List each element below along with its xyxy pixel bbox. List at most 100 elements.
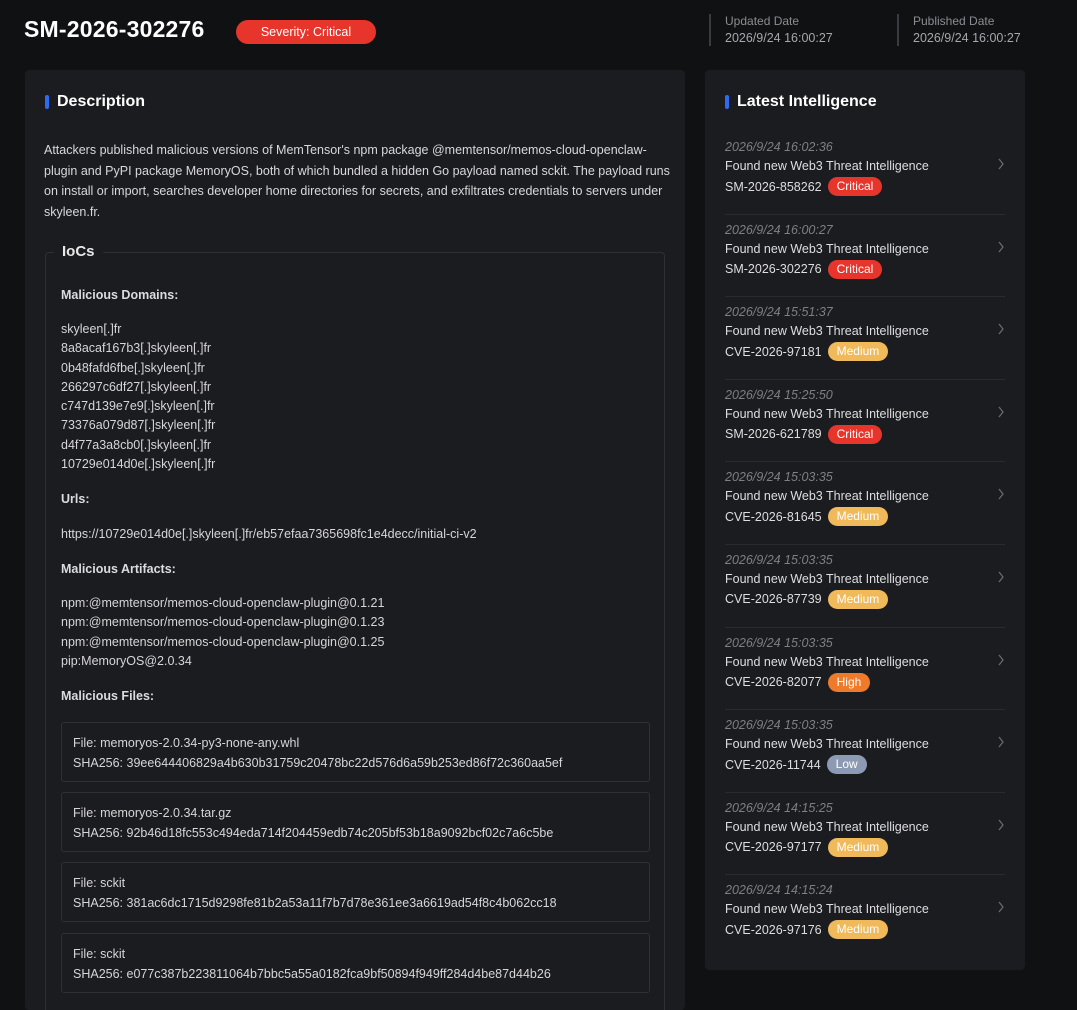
intel-id-row: SM-2026-621789 Critical: [725, 424, 883, 444]
file-card: File: sckit SHA256: e077c387b223811064b7…: [61, 933, 650, 993]
intel-id: CVE-2026-97181: [725, 344, 822, 359]
description-panel: Description Attackers published maliciou…: [25, 70, 685, 1010]
level-badge: Medium: [827, 837, 889, 857]
level-badge: Medium: [827, 507, 889, 527]
chevron-right-icon[interactable]: [997, 901, 1005, 913]
level-badge: Low: [826, 755, 867, 775]
intel-text: Found new Web3 Threat Intelligence: [725, 406, 929, 421]
intel-id: CVE-2026-11744: [725, 757, 821, 772]
intel-id-row: CVE-2026-97181 Medium: [725, 342, 889, 362]
published-date: Published Date 2026/9/24 16:00:27: [897, 14, 1021, 46]
file-card: File: sckit SHA256: 381ac6dc1715d9298fe8…: [61, 862, 650, 922]
intel-text: Found new Web3 Threat Intelligence: [725, 902, 929, 917]
intel-item[interactable]: 2026/9/24 14:15:24 Found new Web3 Threat …: [725, 875, 1005, 958]
intel-text: Found new Web3 Threat Intelligence: [725, 489, 929, 504]
severity-badge: Severity: Critical: [236, 20, 376, 44]
level-badge: Medium: [827, 342, 889, 362]
urls-heading: Urls:: [61, 492, 90, 506]
chevron-right-icon[interactable]: [997, 736, 1005, 748]
published-date-value: 2026/9/24 16:00:27: [913, 31, 1021, 45]
intel-id-row: CVE-2026-97177 Medium: [725, 837, 889, 857]
published-date-label: Published Date: [913, 14, 995, 28]
url-item: https://10729e014d0e[.]skyleen[.]fr/eb57…: [61, 527, 477, 541]
intel-id-row: CVE-2026-97176 Medium: [725, 920, 889, 940]
intel-id-row: CVE-2026-81645 Medium: [725, 507, 889, 527]
intel-text: Found new Web3 Threat Intelligence: [725, 654, 929, 669]
file-hash: SHA256: 92b46d18fc553c494eda714f204459ed…: [73, 826, 554, 840]
intel-item[interactable]: 2026/9/24 15:03:35 Found new Web3 Threat …: [725, 628, 1005, 711]
domain-item: d4f77a3a8cb0[.]skyleen[.]fr: [61, 437, 212, 452]
chevron-right-icon[interactable]: [997, 571, 1005, 583]
updated-date-label: Updated Date: [725, 14, 800, 28]
intel-id: CVE-2026-82077: [725, 675, 822, 690]
description-title: Description: [45, 93, 145, 111]
file-name: File: sckit: [73, 947, 126, 961]
intel-id: SM-2026-858262: [725, 179, 822, 194]
latest-intelligence-title: Latest Intelligence: [725, 93, 877, 111]
urls-list: https://10729e014d0e[.]skyleen[.]fr/eb57…: [61, 525, 477, 544]
chevron-right-icon[interactable]: [997, 654, 1005, 666]
file-name: File: memoryos-2.0.34-py3-none-any.whl: [73, 736, 300, 750]
chevron-right-icon[interactable]: [997, 488, 1005, 500]
intel-id: CVE-2026-97177: [725, 840, 822, 855]
level-badge: Medium: [827, 920, 889, 940]
file-card: File: memoryos-2.0.34-py3-none-any.whl S…: [61, 722, 650, 782]
intel-text: Found new Web3 Threat Intelligence: [725, 159, 929, 173]
file-name: File: memoryos-2.0.34.tar.gz: [73, 806, 232, 820]
domains-list: skyleen[.]fr 8a8acaf167b3[.]skyleen[.]fr…: [61, 320, 215, 474]
artifacts-heading: Malicious Artifacts:: [61, 562, 176, 576]
intel-time: 2026/9/24 16:02:36: [725, 140, 833, 154]
intel-text: Found new Web3 Threat Intelligence: [725, 819, 929, 834]
file-hash: SHA256: 39ee644406829a4b630b31759c20478b…: [73, 756, 563, 770]
intel-item[interactable]: 2026/9/24 16:02:36 Found new Web3 Threat …: [725, 132, 1005, 215]
iocs-title: IoCs: [54, 243, 103, 260]
intel-item[interactable]: 2026/9/24 15:51:37 Found new Web3 Threat …: [725, 297, 1005, 380]
intel-time: 2026/9/24 15:03:35: [725, 470, 833, 485]
domain-item: 0b48fafd6fbe[.]skyleen[.]fr: [61, 360, 205, 375]
artifact-item: npm:@memtensor/memos-cloud-openclaw-plug…: [61, 615, 385, 630]
intel-id: CVE-2026-97176: [725, 922, 822, 937]
artifact-item: npm:@memtensor/memos-cloud-openclaw-plug…: [61, 596, 385, 610]
level-badge: Medium: [827, 589, 889, 609]
domain-item: 266297c6df27[.]skyleen[.]fr: [61, 379, 212, 394]
file-card: File: memoryos-2.0.34.tar.gz SHA256: 92b…: [61, 792, 650, 852]
intel-text: Found new Web3 Threat Intelligence: [725, 737, 929, 752]
page-header: SM-2026-302276 Severity: Critical Update…: [0, 0, 1077, 70]
level-badge: High: [827, 672, 871, 692]
intel-id-row: CVE-2026-87739 Medium: [725, 589, 889, 609]
artifacts-list: npm:@memtensor/memos-cloud-openclaw-plug…: [61, 594, 384, 671]
file-name: File: sckit: [73, 876, 126, 890]
iocs-section: IoCs Malicious Domains: skyleen[.]fr 8a8…: [45, 243, 665, 1010]
domain-item: 8a8acaf167b3[.]skyleen[.]fr: [61, 341, 212, 356]
intel-time: 2026/9/24 15:51:37: [725, 305, 833, 320]
description-text: Attackers published malicious versions o…: [44, 143, 670, 219]
level-badge: Critical: [827, 424, 883, 444]
intel-time: 2026/9/24 14:15:25: [725, 800, 833, 815]
intel-item[interactable]: 2026/9/24 15:03:35 Found new Web3 Threat …: [725, 710, 1005, 793]
file-hash: SHA256: 381ac6dc1715d9298fe81b2a53a11f7b…: [73, 896, 557, 910]
intel-time: 2026/9/24 16:00:27: [725, 222, 833, 237]
intel-item[interactable]: 2026/9/24 14:15:25 Found new Web3 Threat …: [725, 793, 1005, 876]
intel-item[interactable]: 2026/9/24 16:00:27 Found new Web3 Threat …: [725, 215, 1005, 298]
chevron-right-icon[interactable]: [997, 406, 1005, 418]
intel-item[interactable]: 2026/9/24 15:03:35 Found new Web3 Threat …: [725, 545, 1005, 628]
intel-text: Found new Web3 Threat Intelligence: [725, 324, 929, 339]
intel-time: 2026/9/24 15:03:35: [725, 718, 833, 733]
intel-time: 2026/9/24 14:15:24: [725, 883, 833, 898]
chevron-right-icon[interactable]: [997, 323, 1005, 335]
updated-date-value: 2026/9/24 16:00:27: [725, 31, 833, 45]
chevron-right-icon[interactable]: [997, 158, 1005, 170]
chevron-right-icon[interactable]: [997, 241, 1005, 253]
domain-item: skyleen[.]fr: [61, 322, 122, 336]
file-hash: SHA256: e077c387b223811064b7bbc5a55a0182…: [73, 967, 551, 981]
updated-date: Updated Date 2026/9/24 16:00:27: [709, 14, 833, 46]
intel-id: SM-2026-302276: [725, 262, 822, 277]
intel-id-row: SM-2026-858262 Critical: [725, 177, 883, 196]
artifact-item: pip:MemoryOS@2.0.34: [61, 653, 192, 668]
intel-id: CVE-2026-81645: [725, 509, 822, 524]
intel-item[interactable]: 2026/9/24 15:03:35 Found new Web3 Threat …: [725, 462, 1005, 545]
intel-item[interactable]: 2026/9/24 15:25:50 Found new Web3 Threat …: [725, 380, 1005, 463]
intel-text: Found new Web3 Threat Intelligence: [725, 571, 929, 586]
domain-item: 10729e014d0e[.]skyleen[.]fr: [61, 457, 216, 472]
chevron-right-icon[interactable]: [997, 819, 1005, 831]
